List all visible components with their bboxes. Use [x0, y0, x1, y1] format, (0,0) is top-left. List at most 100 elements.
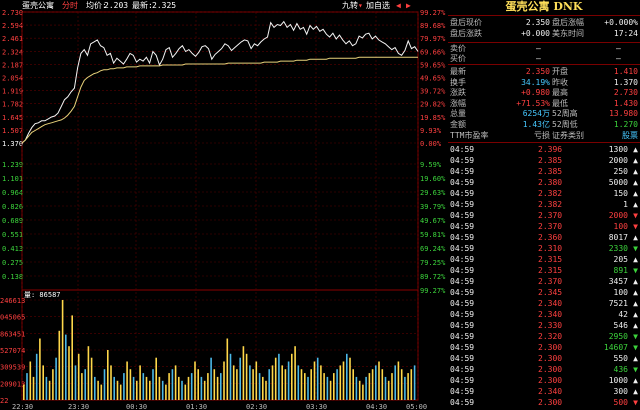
volume-bar [210, 357, 212, 400]
tick-row[interactable]: 04:59 2.310 2330 ▼ [450, 243, 638, 254]
arrow-down-icon: ▼ [633, 398, 638, 407]
tick-row[interactable]: 04:59 2.382 1 ▲ [450, 199, 638, 210]
quote-value: 股票 [622, 130, 638, 140]
quote-value: +0.000 [521, 29, 550, 38]
volume-bar [152, 369, 154, 400]
volume-bar [236, 369, 238, 400]
volume-bar [326, 376, 329, 400]
volume-bar [90, 357, 93, 400]
quote-value: – [616, 54, 621, 63]
volume-bar [229, 353, 232, 400]
quote-row: 涨幅 +71.53% 最低 1.430 [450, 99, 638, 109]
tick-list[interactable]: 04:59 2.396 1300 ▲ 04:59 2.385 2000 ▲ 04:59 2.385… [448, 141, 640, 410]
tick-row[interactable]: 04:59 2.360 8017 ▲ [450, 232, 638, 243]
tick-time: 04:59 [450, 178, 475, 187]
quote-label: 卖价 [450, 44, 466, 53]
price-axis-label: 0.964 [2, 189, 23, 197]
volume-bar [400, 369, 403, 400]
tick-volume: 100 [613, 288, 628, 297]
tick-row[interactable]: 04:59 2.380 5000 ▲ [450, 177, 638, 188]
quote-label: 最新 [450, 67, 466, 76]
tick-time: 04:59 [450, 255, 475, 264]
price-axis-label: 0.689 [2, 217, 23, 225]
tick-row[interactable]: 04:59 2.370 2000 ▼ [450, 210, 638, 221]
chart-canvas: 2.730 99.27% 2.594 89.68% 2.461 79.97% 2.324 69… [0, 9, 446, 410]
tick-price: 2.396 [538, 145, 563, 154]
volume-bar [223, 361, 225, 400]
quote-row: 换手 34.19% 昨收 1.370 [450, 78, 638, 88]
volume-bar [213, 369, 216, 400]
tick-row[interactable]: 04:59 2.340 42 ▲ [450, 309, 638, 320]
volume-bar [413, 365, 416, 400]
tick-row[interactable]: 04:59 2.370 3457 ▲ [450, 276, 638, 287]
volume-axis-label: 246613 [0, 297, 25, 305]
volume-bar [271, 365, 274, 400]
arrow-up-icon: ▲ [633, 200, 638, 209]
tick-row[interactable]: 04:59 2.370 100 ▼ [450, 221, 638, 232]
volume-bar [216, 376, 219, 400]
arrow-up-icon: ▲ [633, 145, 638, 154]
tick-price: 2.300 [538, 343, 563, 352]
tick-row[interactable]: 04:59 2.300 436 ▼ [450, 364, 638, 375]
tick-row[interactable]: 04:59 2.396 1300 ▲ [450, 144, 638, 155]
quote-label: 52周低 [552, 120, 578, 129]
volume-bar [61, 300, 64, 400]
tick-row[interactable]: 04:59 2.300 14607 ▼ [450, 342, 638, 353]
tick-row[interactable]: 04:59 2.300 1000 ▲ [450, 375, 638, 386]
volume-bar [391, 373, 393, 400]
tick-time: 04:59 [450, 277, 475, 286]
quote-label: 涨幅 [450, 98, 466, 108]
volume-bar [255, 361, 258, 400]
volume-bar [375, 365, 377, 400]
tick-row[interactable]: 04:59 2.385 2000 ▲ [450, 155, 638, 166]
tick-volume: 1000 [608, 376, 628, 385]
volume-bar [368, 373, 371, 400]
volume-bar [71, 315, 73, 400]
volume-label: 量: 86587 [24, 291, 61, 299]
volume-bar [294, 346, 296, 400]
arrow-up-icon: ▲ [633, 167, 638, 176]
volume-bar [304, 373, 306, 400]
volume-bar [352, 369, 354, 400]
volume-bar [281, 365, 283, 400]
tick-row[interactable]: 04:59 2.340 7521 ▲ [450, 298, 638, 309]
pct-axis-label: 0.00% [420, 140, 442, 148]
pct-axis-label: 9.93% [420, 127, 442, 135]
tick-price: 2.345 [538, 288, 563, 297]
tick-row[interactable]: 04:59 2.340 300 ▲ [450, 386, 638, 397]
volume-bar [68, 346, 70, 400]
volume-bar [300, 369, 303, 400]
tick-price: 2.300 [538, 376, 563, 385]
quote-row: 买价 – – [450, 54, 638, 64]
intraday-chart[interactable]: 蛋壳公寓 分时 均价: 2.203 最新: 2.325 九转 ▾ 加自选 ◀ ▶… [0, 0, 446, 410]
tick-time: 04:59 [450, 211, 475, 220]
tick-time: 04:59 [450, 244, 475, 253]
volume-bar [397, 361, 400, 400]
tick-row[interactable]: 04:59 2.300 550 ▲ [450, 353, 638, 364]
tick-row[interactable]: 04:59 2.300 500 ▼ [450, 397, 638, 408]
quote-value: +0.000% [604, 18, 638, 27]
tick-time: 04:59 [450, 233, 475, 242]
volume-bar [407, 373, 409, 400]
volume-bar [39, 338, 41, 400]
tick-row[interactable]: 04:59 2.330 546 ▲ [450, 320, 638, 331]
volume-bar [165, 384, 167, 400]
pct-axis-label: 59.65% [420, 61, 446, 69]
tick-row[interactable]: 04:59 2.382 150 ▲ [450, 188, 638, 199]
tick-time: 04:59 [450, 398, 475, 407]
volume-bar [97, 380, 99, 400]
volume-bar [342, 361, 345, 400]
quote-row: 金额 1.43亿 52周低 1.270 [450, 120, 638, 130]
tick-row[interactable]: 04:59 2.385 250 ▲ [450, 166, 638, 177]
tick-time: 04:59 [450, 354, 475, 363]
tick-row[interactable]: 04:59 2.345 100 ▲ [450, 287, 638, 298]
arrow-up-icon: ▲ [633, 299, 638, 308]
tick-row[interactable]: 04:59 2.315 205 ▲ [450, 254, 638, 265]
tick-row[interactable]: 04:59 2.315 891 ▼ [450, 265, 638, 276]
quote-label: 金额 [450, 120, 466, 129]
tick-volume: 546 [613, 321, 628, 330]
volume-bar [42, 365, 44, 400]
volume-bar [161, 380, 164, 400]
volume-bar [220, 373, 222, 400]
tick-row[interactable]: 04:59 2.320 2950 ▼ [450, 331, 638, 342]
